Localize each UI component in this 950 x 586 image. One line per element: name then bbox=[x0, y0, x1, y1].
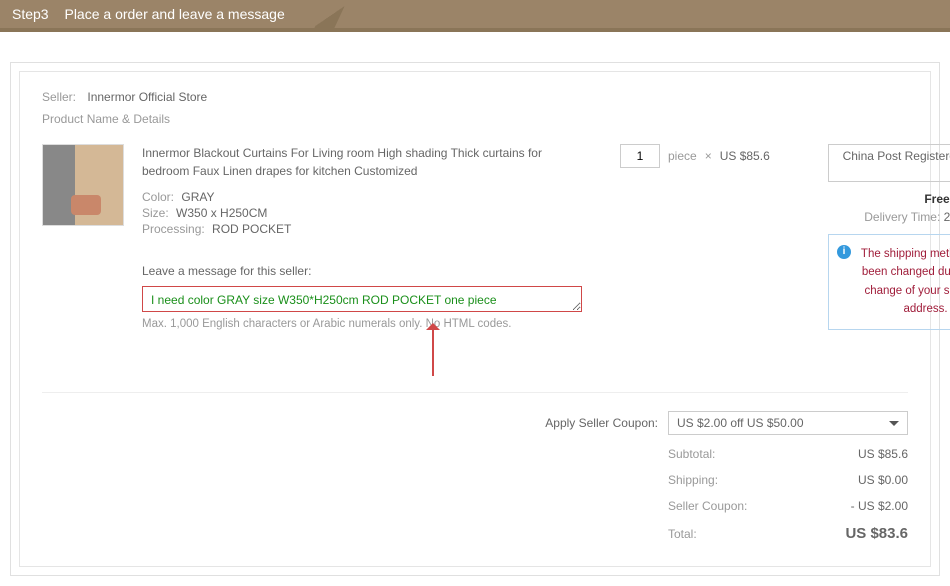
total-value: US $83.6 bbox=[788, 525, 908, 542]
seller-coupon-label: Seller Coupon: bbox=[668, 499, 788, 513]
shipping-notice: i The shipping method has been changed d… bbox=[828, 234, 950, 330]
product-title: Innermor Blackout Curtains For Living ro… bbox=[142, 144, 582, 180]
message-label: Leave a message for this seller: bbox=[142, 264, 582, 278]
processing-value: ROD POCKET bbox=[212, 222, 291, 236]
product-thumbnail[interactable] bbox=[42, 144, 124, 226]
attr-color: Color: GRAY bbox=[142, 190, 582, 204]
shipping-method-select[interactable]: China Post Registered Air Mail bbox=[828, 144, 950, 182]
size-value: W350 x H250CM bbox=[176, 206, 267, 220]
info-icon: i bbox=[837, 245, 851, 259]
product-details-label: Product Name & Details bbox=[42, 112, 908, 126]
message-input[interactable]: I need color GRAY size W350*H250cm ROD P… bbox=[142, 286, 582, 312]
product-info: Innermor Blackout Curtains For Living ro… bbox=[142, 144, 582, 380]
processing-label: Processing: bbox=[142, 222, 205, 236]
seller-row: Seller: Innermor Official Store bbox=[42, 90, 908, 104]
outer-frame: Seller: Innermor Official Store Product … bbox=[10, 62, 940, 576]
seller-name: Innermor Official Store bbox=[87, 90, 207, 104]
seller-coupon-value: - US $2.00 bbox=[788, 499, 908, 513]
coupon-row: Apply Seller Coupon: US $2.00 off US $50… bbox=[42, 405, 908, 441]
attr-processing: Processing: ROD POCKET bbox=[142, 222, 582, 236]
free-shipping-label: Free shipping bbox=[828, 192, 950, 206]
delivery-value: 27-43 days bbox=[944, 210, 950, 224]
shipping-cost-label: Shipping: bbox=[668, 473, 788, 487]
shipping-cost-row: Shipping: US $0.00 bbox=[42, 467, 908, 493]
message-hint: Max. 1,000 English characters or Arabic … bbox=[142, 318, 582, 330]
total-label: Total: bbox=[668, 527, 788, 541]
delivery-label: Delivery Time: bbox=[864, 210, 940, 224]
times-icon: × bbox=[705, 144, 712, 168]
step-header: Step3 Place a order and leave a message bbox=[0, 0, 950, 32]
shipping-cost-value: US $0.00 bbox=[788, 473, 908, 487]
attr-size: Size: W350 x H250CM bbox=[142, 206, 582, 220]
unit-price: US $85.6 bbox=[720, 144, 770, 168]
subtotal-row: Subtotal: US $85.6 bbox=[42, 441, 908, 467]
seller-label: Seller: bbox=[42, 90, 76, 104]
subtotal-label: Subtotal: bbox=[668, 447, 788, 461]
unit-label: piece bbox=[668, 144, 697, 168]
size-label: Size: bbox=[142, 206, 169, 220]
qty-price: piece × US $85.6 bbox=[600, 144, 800, 380]
total-row: Total: US $83.6 bbox=[42, 519, 908, 548]
product-row: Innermor Blackout Curtains For Living ro… bbox=[42, 144, 908, 380]
delivery-time: Delivery Time: 27-43 days bbox=[828, 210, 950, 224]
step-title: Place a order and leave a message bbox=[64, 6, 284, 22]
shipping-column: China Post Registered Air Mail Free ship… bbox=[818, 144, 950, 380]
color-label: Color: bbox=[142, 190, 174, 204]
coupon-select[interactable]: US $2.00 off US $50.00 bbox=[668, 411, 908, 435]
message-section: Leave a message for this seller: I need … bbox=[142, 264, 582, 380]
color-value: GRAY bbox=[181, 190, 214, 204]
quantity-input[interactable] bbox=[620, 144, 660, 168]
order-container: Seller: Innermor Official Store Product … bbox=[19, 71, 931, 567]
subtotal-value: US $85.6 bbox=[788, 447, 908, 461]
order-summary: Apply Seller Coupon: US $2.00 off US $50… bbox=[42, 392, 908, 548]
seller-coupon-row: Seller Coupon: - US $2.00 bbox=[42, 493, 908, 519]
coupon-label: Apply Seller Coupon: bbox=[545, 416, 658, 430]
step-number: Step3 bbox=[12, 6, 49, 22]
shipping-notice-text: The shipping method has been changed due… bbox=[861, 248, 950, 315]
annotation-arrow bbox=[142, 330, 582, 380]
